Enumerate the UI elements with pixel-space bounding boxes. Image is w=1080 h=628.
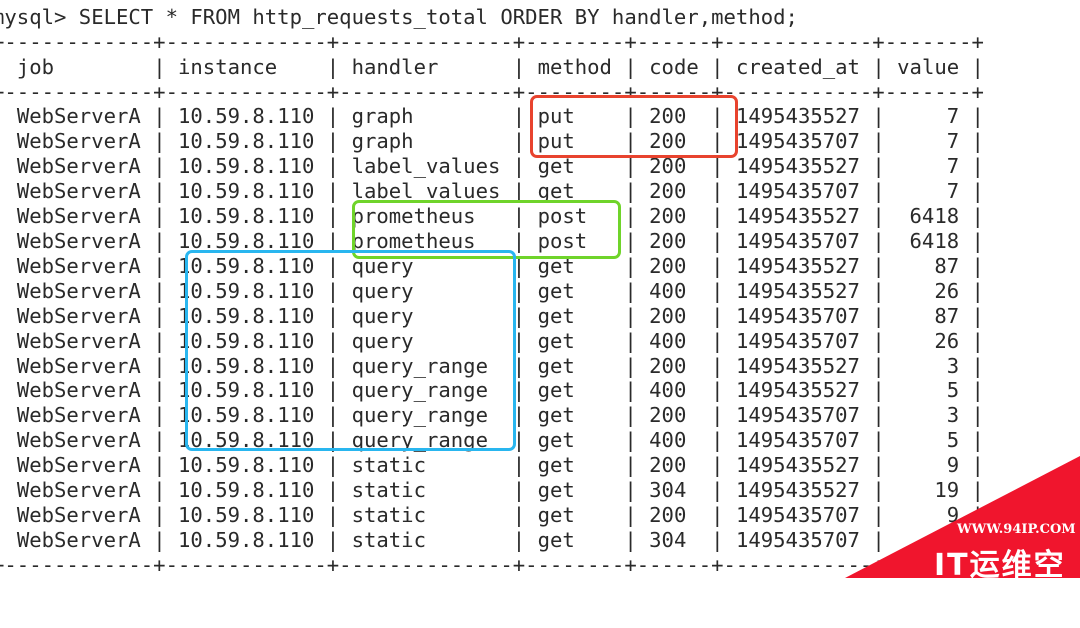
- watermark-url: WWW.94IP.COM: [957, 522, 1076, 537]
- watermark-logo-text: IT运维空间: [934, 548, 1066, 627]
- watermark-banner: [845, 456, 1080, 578]
